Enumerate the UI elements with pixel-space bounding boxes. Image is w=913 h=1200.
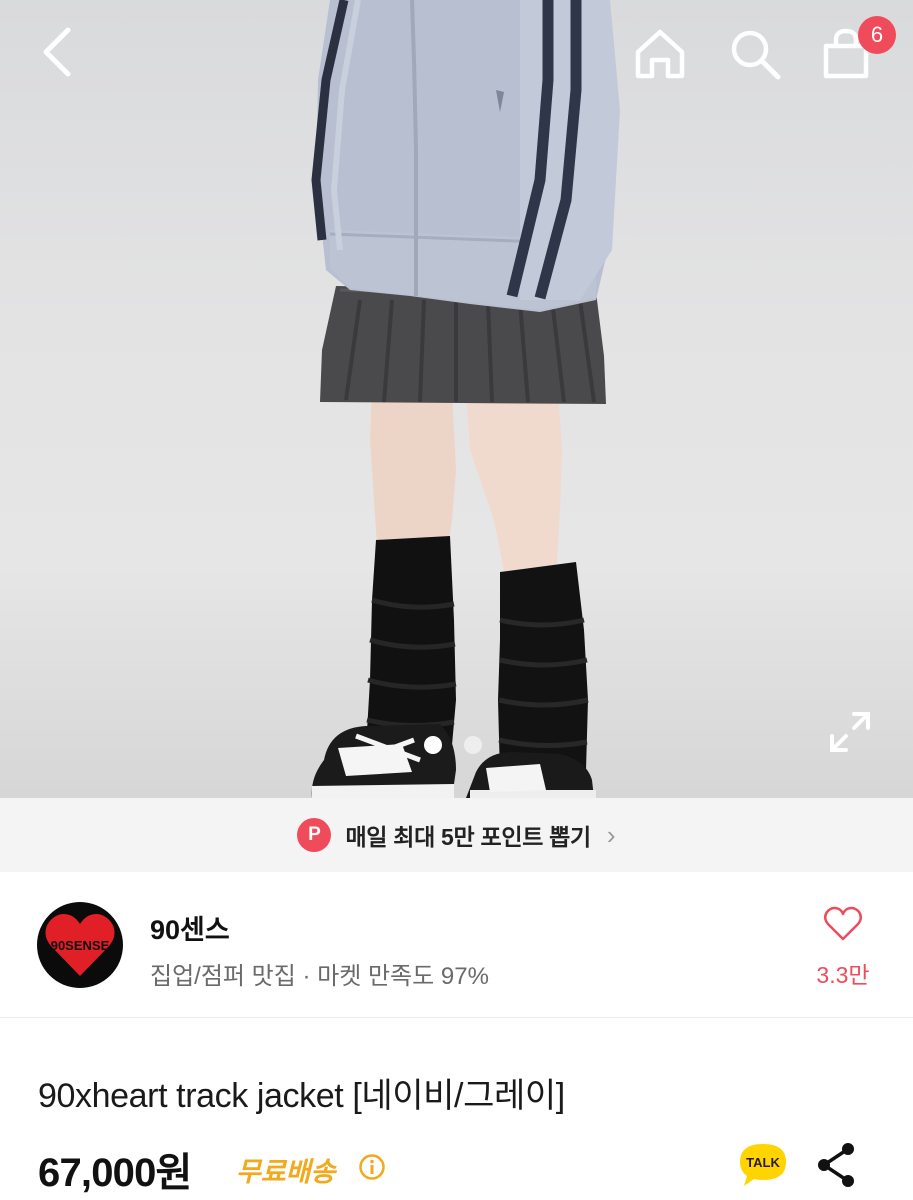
- store-description: 집업/점퍼 맛집 · 마켓 만족도 97%: [150, 963, 489, 990]
- share-icon: [818, 1143, 854, 1187]
- store-logo-text: 90SENSE: [51, 938, 110, 953]
- shipping-info-button[interactable]: [358, 1153, 386, 1181]
- talk-label: TALK: [746, 1155, 780, 1170]
- search-icon: [731, 30, 781, 80]
- expand-icon: [830, 712, 870, 752]
- expand-image-button[interactable]: [824, 706, 876, 758]
- daily-point-banner[interactable]: P 매일 최대 5만 포인트 뽑기 ›: [0, 798, 913, 872]
- slide-dot[interactable]: [464, 736, 482, 754]
- home-icon: [635, 29, 685, 79]
- cart-count-badge: 6: [858, 16, 896, 54]
- share-button[interactable]: [814, 1140, 860, 1190]
- search-button[interactable]: [722, 22, 786, 86]
- store-info[interactable]: 90SENSE 90센스 집업/점퍼 맛집 · 마켓 만족도 97% 3.3만: [0, 872, 913, 1018]
- home-button[interactable]: [628, 22, 692, 86]
- heart-logo-icon: 90SENSE: [45, 914, 115, 976]
- chevron-right-icon: ›: [606, 819, 616, 850]
- heart-icon: [824, 906, 862, 941]
- kakao-talk-icon: TALK: [740, 1144, 786, 1186]
- free-shipping-label: 무료배송: [236, 1157, 336, 1187]
- info-icon: [359, 1154, 385, 1180]
- back-button[interactable]: [28, 20, 84, 84]
- slide-indicator: [424, 736, 482, 754]
- chevron-left-icon: [43, 27, 71, 77]
- like-store-button[interactable]: 3.3만: [808, 904, 878, 994]
- store-name[interactable]: 90센스: [150, 908, 230, 947]
- point-banner-text: 매일 최대 5만 포인트 뽑기: [345, 824, 591, 850]
- like-count: 3.3만: [816, 962, 870, 988]
- product-title: 90xheart track jacket [네이비/그레이]: [38, 1077, 565, 1115]
- slide-dot-active[interactable]: [424, 736, 442, 754]
- product-price: 67,000원: [38, 1151, 192, 1195]
- kakao-talk-button[interactable]: TALK: [736, 1140, 790, 1190]
- point-badge-icon: P: [297, 818, 332, 852]
- product-photo: [311, 0, 620, 798]
- product-image-gallery[interactable]: 6: [0, 0, 913, 798]
- store-logo[interactable]: 90SENSE: [37, 902, 123, 988]
